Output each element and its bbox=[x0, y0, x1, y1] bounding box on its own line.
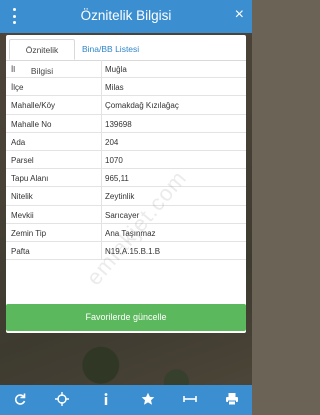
row-label: Parsel bbox=[11, 155, 34, 165]
row-value: Milas bbox=[105, 83, 124, 93]
row-label: Mevkii bbox=[11, 210, 34, 220]
close-icon[interactable]: × bbox=[235, 6, 244, 24]
row-value: Çomakdağ Kızılağaç bbox=[105, 101, 179, 111]
row-label: Zemin Tip bbox=[11, 228, 47, 238]
star-icon[interactable] bbox=[140, 392, 156, 408]
modal-title: Öznitelik Bilgisi bbox=[80, 8, 172, 23]
table-row: Tapu Alanı 965,11 bbox=[6, 169, 246, 188]
row-value: 204 bbox=[105, 137, 119, 147]
table-row: Pafta N19.A.15.B.1.B bbox=[6, 241, 246, 261]
table-row: Zemin Tip Ana Taşınmaz bbox=[6, 223, 246, 242]
measure-icon[interactable] bbox=[182, 392, 198, 408]
row-value: 139698 bbox=[105, 119, 132, 129]
row-label: İlçe bbox=[11, 83, 24, 93]
refresh-icon[interactable] bbox=[12, 392, 28, 408]
tab-building-list[interactable]: Bina/BB Listesi bbox=[78, 39, 158, 60]
row-value: Zeytinlik bbox=[105, 192, 135, 202]
row-label: Nitelik bbox=[11, 192, 33, 202]
table-row: Ada 204 bbox=[6, 132, 246, 151]
crosshair-icon[interactable] bbox=[54, 392, 70, 408]
row-value: Sarıcayer bbox=[105, 210, 140, 220]
row-value: N19.A.15.B.1.B bbox=[105, 246, 161, 256]
row-label: Tapu Alanı bbox=[11, 174, 49, 184]
table-row: Mahalle/Köy Çomakdağ Kızılağaç bbox=[6, 96, 246, 115]
table-row: İlçe Milas bbox=[6, 78, 246, 97]
print-icon[interactable] bbox=[224, 392, 240, 408]
row-value: Muğla bbox=[105, 65, 127, 74]
row-label: Pafta bbox=[11, 246, 30, 256]
row-label: İl bbox=[11, 65, 15, 74]
table-row: Mevkii Sarıcayer bbox=[6, 205, 246, 224]
table-row: Nitelik Zeytinlik bbox=[6, 187, 246, 206]
row-label: Mahalle No bbox=[11, 119, 52, 129]
bottom-toolbar bbox=[0, 385, 252, 415]
update-favorites-button[interactable]: Favorilerde güncelle bbox=[6, 304, 246, 331]
tab-bar: Öznitelik Bilgisi Bina/BB Listesi bbox=[6, 35, 246, 76]
tab-attribute-info[interactable]: Öznitelik Bilgisi bbox=[9, 39, 75, 76]
modal-header: Öznitelik Bilgisi × bbox=[0, 0, 252, 33]
attribute-panel: Öznitelik Bilgisi Bina/BB Listesi İl Muğ… bbox=[6, 35, 246, 333]
attribute-table: İl Muğla İlçe Milas Mahalle/Köy Çomakdağ… bbox=[6, 60, 246, 261]
row-value: Ana Taşınmaz bbox=[105, 228, 156, 238]
row-label: Mahalle/Köy bbox=[11, 101, 56, 111]
row-value: 965,11 bbox=[105, 174, 129, 184]
info-icon[interactable] bbox=[98, 392, 114, 408]
table-row: Parsel 1070 bbox=[6, 150, 246, 170]
table-row: İl Muğla bbox=[6, 60, 246, 79]
table-row: Mahalle No 139698 bbox=[6, 114, 246, 133]
row-value: 1070 bbox=[105, 155, 123, 165]
row-label: Ada bbox=[11, 137, 26, 147]
